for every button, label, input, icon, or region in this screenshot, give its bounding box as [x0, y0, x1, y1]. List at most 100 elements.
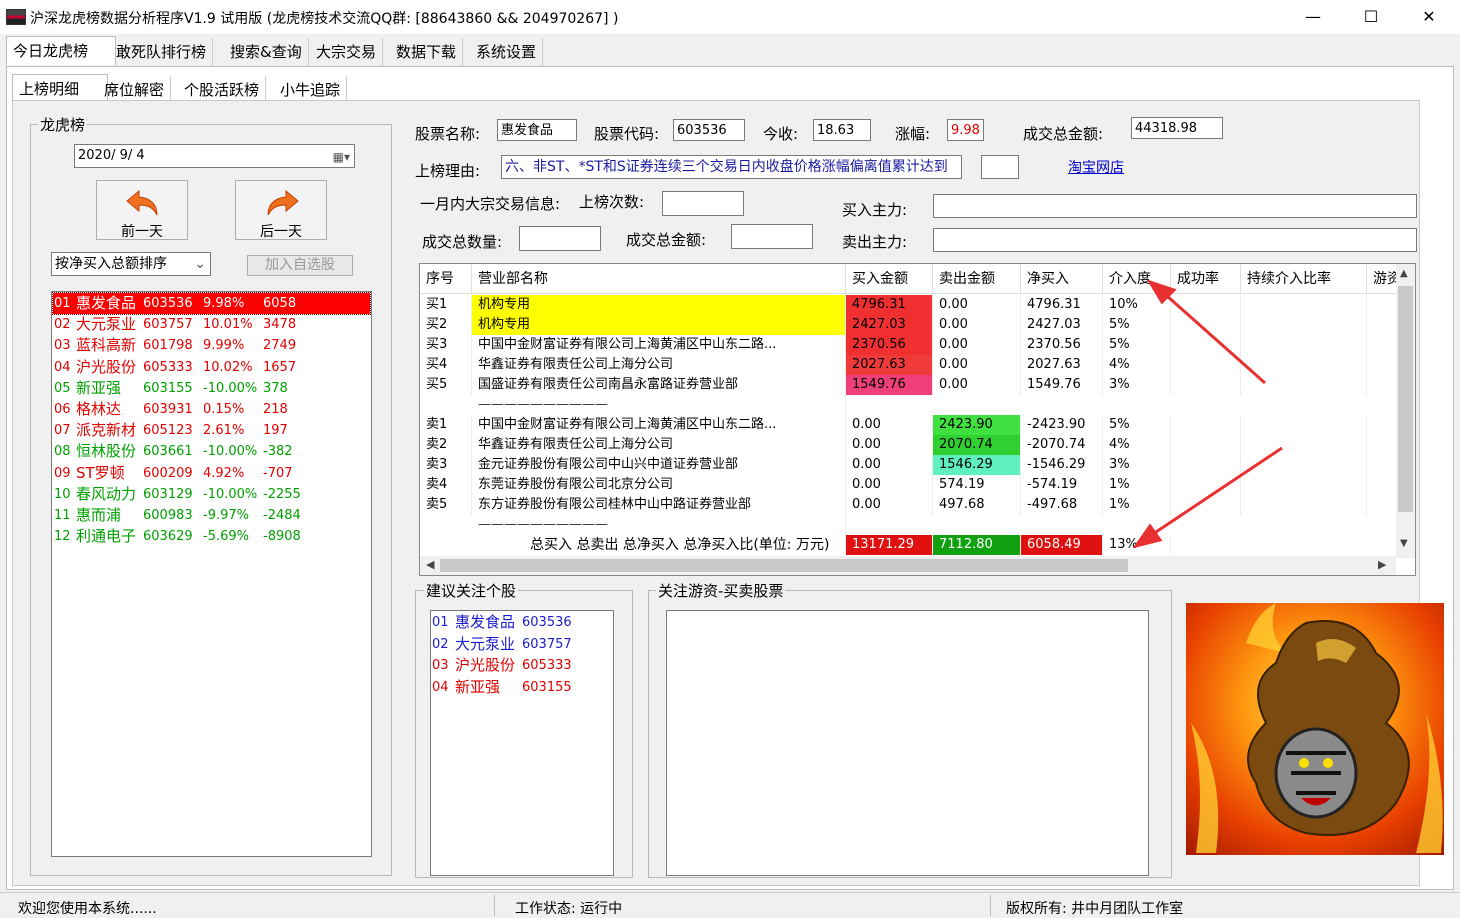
- chevron-down-icon: ⌄: [194, 256, 206, 272]
- follow-list[interactable]: [666, 610, 1149, 876]
- stock-no: 12: [54, 529, 71, 545]
- date-picker[interactable]: 2020/ 9/ 4 ▦▾: [74, 144, 355, 168]
- title-bar: 沪深龙虎榜数据分析程序V1.9 试用版 (龙虎榜技术交流QQ群: [886438…: [0, 0, 1460, 34]
- list-item[interactable]: 03 蓝科高新 601798 9.99% 2749: [53, 335, 370, 356]
- list-item[interactable]: 12 利通电子 603629 -5.69% -8908: [53, 526, 370, 547]
- list-item[interactable]: 02 大元泵业 603757 10.01% 3478: [53, 314, 370, 335]
- tab-detail[interactable]: 上榜明细: [12, 74, 108, 103]
- suggest-list[interactable]: 01 惠发食品 603536 02 大元泵业 603757 03 沪光股份 605333 04 新亚…: [430, 610, 614, 876]
- col-header[interactable]: 净买入: [1021, 264, 1103, 294]
- list-item[interactable]: 06 格林达 603931 0.15% 218: [53, 399, 370, 420]
- times-field[interactable]: [662, 191, 744, 216]
- maximize-button[interactable]: ☐: [1342, 0, 1400, 34]
- col-header[interactable]: 序号: [420, 264, 472, 294]
- stock-no: 01: [54, 296, 71, 311]
- volume-field[interactable]: [519, 226, 601, 251]
- cell-buy: 0.00: [846, 495, 933, 515]
- cell-name: 东方证券股份有限公司桂林中山中路证券营业部: [472, 495, 846, 515]
- cell-no: 买5: [420, 375, 472, 395]
- stock-no: 08: [54, 444, 71, 460]
- tab-ranking[interactable]: 敢死队排行榜: [110, 38, 214, 66]
- suggest-no: 02: [432, 636, 449, 652]
- cell-sell: 574.19: [933, 475, 1021, 495]
- list-item[interactable]: 01 惠发食品 603536: [432, 612, 612, 633]
- close-button[interactable]: ✕: [1400, 0, 1458, 34]
- scroll-down-icon[interactable]: ▼: [1400, 538, 1408, 549]
- tab-download[interactable]: 数据下载: [390, 38, 464, 66]
- stock-pct: -10.00%: [203, 444, 258, 460]
- cell-name: 金元证券股份有限公司中山兴中道证券营业部: [472, 455, 846, 475]
- add-watchlist-button[interactable]: 加入自选股: [247, 255, 353, 276]
- scroll-thumb[interactable]: [1398, 286, 1413, 512]
- stock-name: ST罗顿: [76, 463, 125, 482]
- stock-no: 04: [54, 359, 71, 375]
- suggest-code: 603536: [522, 615, 572, 630]
- scroll-right-icon[interactable]: ▶: [1378, 558, 1386, 571]
- list-item[interactable]: 11 惠而浦 600983 -9.97% -2484: [53, 505, 370, 526]
- status-state: 工作状态: 运行中: [515, 901, 623, 917]
- vertical-scrollbar[interactable]: ▲ ▼: [1396, 264, 1415, 558]
- stock-code: 603155: [143, 380, 193, 396]
- stock-code: 603757: [143, 317, 193, 333]
- tab-settings[interactable]: 系统设置: [470, 38, 544, 66]
- cell-net: -2423.90: [1021, 415, 1103, 435]
- stock-name: 利通电子: [76, 527, 137, 546]
- cell-empty: [1367, 455, 1397, 475]
- scroll-left-icon[interactable]: ◀: [426, 558, 434, 571]
- minimize-button[interactable]: —: [1284, 0, 1342, 34]
- cell-no: 买4: [420, 355, 472, 375]
- prev-day-button[interactable]: 前一天: [96, 180, 188, 240]
- list-item[interactable]: 10 春风动力 603129 -10.00% -2255: [53, 484, 370, 505]
- tab-block-trade[interactable]: 大宗交易: [310, 38, 384, 66]
- change-field[interactable]: 9.98: [947, 119, 984, 141]
- stock-no: 09: [54, 465, 71, 481]
- cell-buy: 0.00: [846, 415, 933, 435]
- stock-net: -2255: [263, 486, 301, 502]
- list-item[interactable]: 03 沪光股份 605333: [432, 655, 612, 676]
- stock-name-field[interactable]: 惠发食品: [497, 119, 577, 141]
- tab-search[interactable]: 搜索&查询: [224, 38, 309, 66]
- total-amount-field[interactable]: 44318.98: [1131, 117, 1223, 139]
- block-amount-field[interactable]: [731, 224, 813, 249]
- annotation-arrows: [1132, 280, 1283, 549]
- divider-line: ——————————: [472, 395, 846, 415]
- list-item[interactable]: 09 ST罗顿 600209 4.92% -707: [53, 463, 370, 484]
- suggest-no: 03: [432, 658, 449, 673]
- reason-field[interactable]: 六、非ST、*ST和S证券连续三个交易日内收盘价格涨幅偏离值累计达到: [501, 155, 962, 179]
- list-item[interactable]: 08 恒林股份 603661 -10.00% -382: [53, 441, 370, 462]
- stock-code-field[interactable]: 603536: [673, 119, 745, 141]
- calendar-icon[interactable]: ▦▾: [333, 146, 350, 167]
- next-day-button[interactable]: 后一天: [235, 180, 327, 240]
- list-item[interactable]: 05 新亚强 603155 -10.00% 378: [53, 378, 370, 399]
- reason-extra-field[interactable]: [981, 155, 1019, 179]
- cell-sell: 0.00: [933, 315, 1021, 335]
- list-item[interactable]: 02 大元泵业 603757: [432, 634, 612, 655]
- hscroll-thumb[interactable]: [440, 559, 1128, 572]
- col-header[interactable]: 卖出金额: [933, 264, 1021, 294]
- col-header[interactable]: 营业部名称: [472, 264, 846, 294]
- stock-name: 蓝科高新: [76, 336, 137, 355]
- list-item[interactable]: 04 新亚强 603155: [432, 677, 612, 698]
- col-header[interactable]: 买入金额: [846, 264, 933, 294]
- list-item[interactable]: 07 派克新材 605123 2.61% 197: [53, 420, 370, 441]
- shop-link[interactable]: 淘宝网店: [1068, 157, 1124, 177]
- stock-name: 派克新材: [76, 421, 137, 440]
- stock-no: 02: [54, 317, 71, 333]
- list-item[interactable]: 01 惠发食品 603536 9.98% 6058: [52, 292, 371, 315]
- sort-select[interactable]: 按净买入总额排序 ⌄: [51, 252, 211, 276]
- close-price-field[interactable]: 18.63: [813, 119, 871, 141]
- cell-buy: 1549.76: [846, 375, 933, 395]
- list-item[interactable]: 04 沪光股份 605333 10.02% 1657: [53, 357, 370, 378]
- stock-name: 新亚强: [76, 378, 122, 397]
- tab-today[interactable]: 今日龙虎榜: [6, 36, 116, 65]
- cell-buy: 0.00: [846, 435, 933, 455]
- stock-pct: 2.61%: [203, 423, 245, 439]
- stock-net: 197: [263, 423, 288, 439]
- buy-main-field[interactable]: [933, 194, 1417, 218]
- stock-net: 218: [263, 402, 288, 417]
- stock-list[interactable]: 01 惠发食品 603536 9.98% 6058 02 大元泵业 603757 10.01% 3…: [51, 291, 372, 857]
- total-amount-label: 成交总金额:: [1023, 125, 1104, 143]
- sell-main-field[interactable]: [933, 228, 1417, 252]
- stock-code: 605123: [143, 423, 193, 439]
- scroll-up-icon[interactable]: ▲: [1400, 268, 1408, 279]
